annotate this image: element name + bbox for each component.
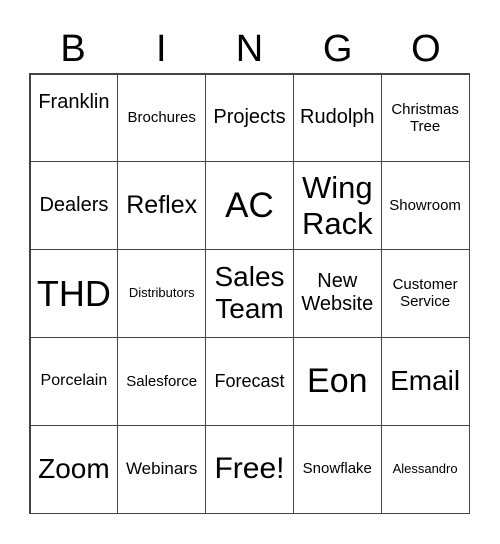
header-letter: G	[322, 28, 353, 70]
bingo-cell: Showroom	[380, 161, 470, 251]
bingo-cell: Sales Team	[205, 249, 294, 338]
bingo-cell: Franklin	[29, 73, 119, 163]
bingo-cell: Free!	[205, 424, 294, 514]
bingo-cell: Projects	[205, 73, 294, 163]
bingo-cell: New Website	[292, 249, 382, 338]
bingo-cell: Salesforce	[117, 336, 207, 426]
bingo-cell: Rudolph	[292, 73, 382, 163]
bingo-cell: Dealers	[29, 161, 119, 251]
bingo-cell: Wing Rack	[292, 161, 382, 251]
bingo-cell: Brochures	[117, 73, 207, 163]
bingo-cell: Customer Service	[380, 249, 470, 338]
bingo-cell: AC	[205, 161, 294, 251]
bingo-header: B I N G O	[29, 26, 470, 72]
bingo-cell: Snowflake	[292, 424, 382, 514]
header-letter: N	[235, 28, 264, 70]
bingo-grid: Franklin Brochures Projects Rudolph Chri…	[29, 73, 470, 514]
bingo-cell: Alessandro	[380, 424, 470, 514]
header-letter: I	[156, 28, 167, 70]
bingo-cell: Reflex	[117, 161, 207, 251]
bingo-cell: Email	[380, 336, 470, 426]
bingo-cell: Forecast	[205, 336, 294, 426]
header-letter: B	[60, 28, 86, 70]
bingo-cell: THD	[29, 249, 119, 338]
bingo-cell: Zoom	[29, 424, 119, 514]
header-letter: O	[411, 28, 441, 70]
bingo-cell: Porcelain	[29, 336, 119, 426]
bingo-cell: Eon	[292, 336, 382, 426]
bingo-cell: Christmas Tree	[380, 73, 470, 163]
bingo-cell: Webinars	[117, 424, 207, 514]
bingo-cell: Distributors	[117, 249, 207, 338]
